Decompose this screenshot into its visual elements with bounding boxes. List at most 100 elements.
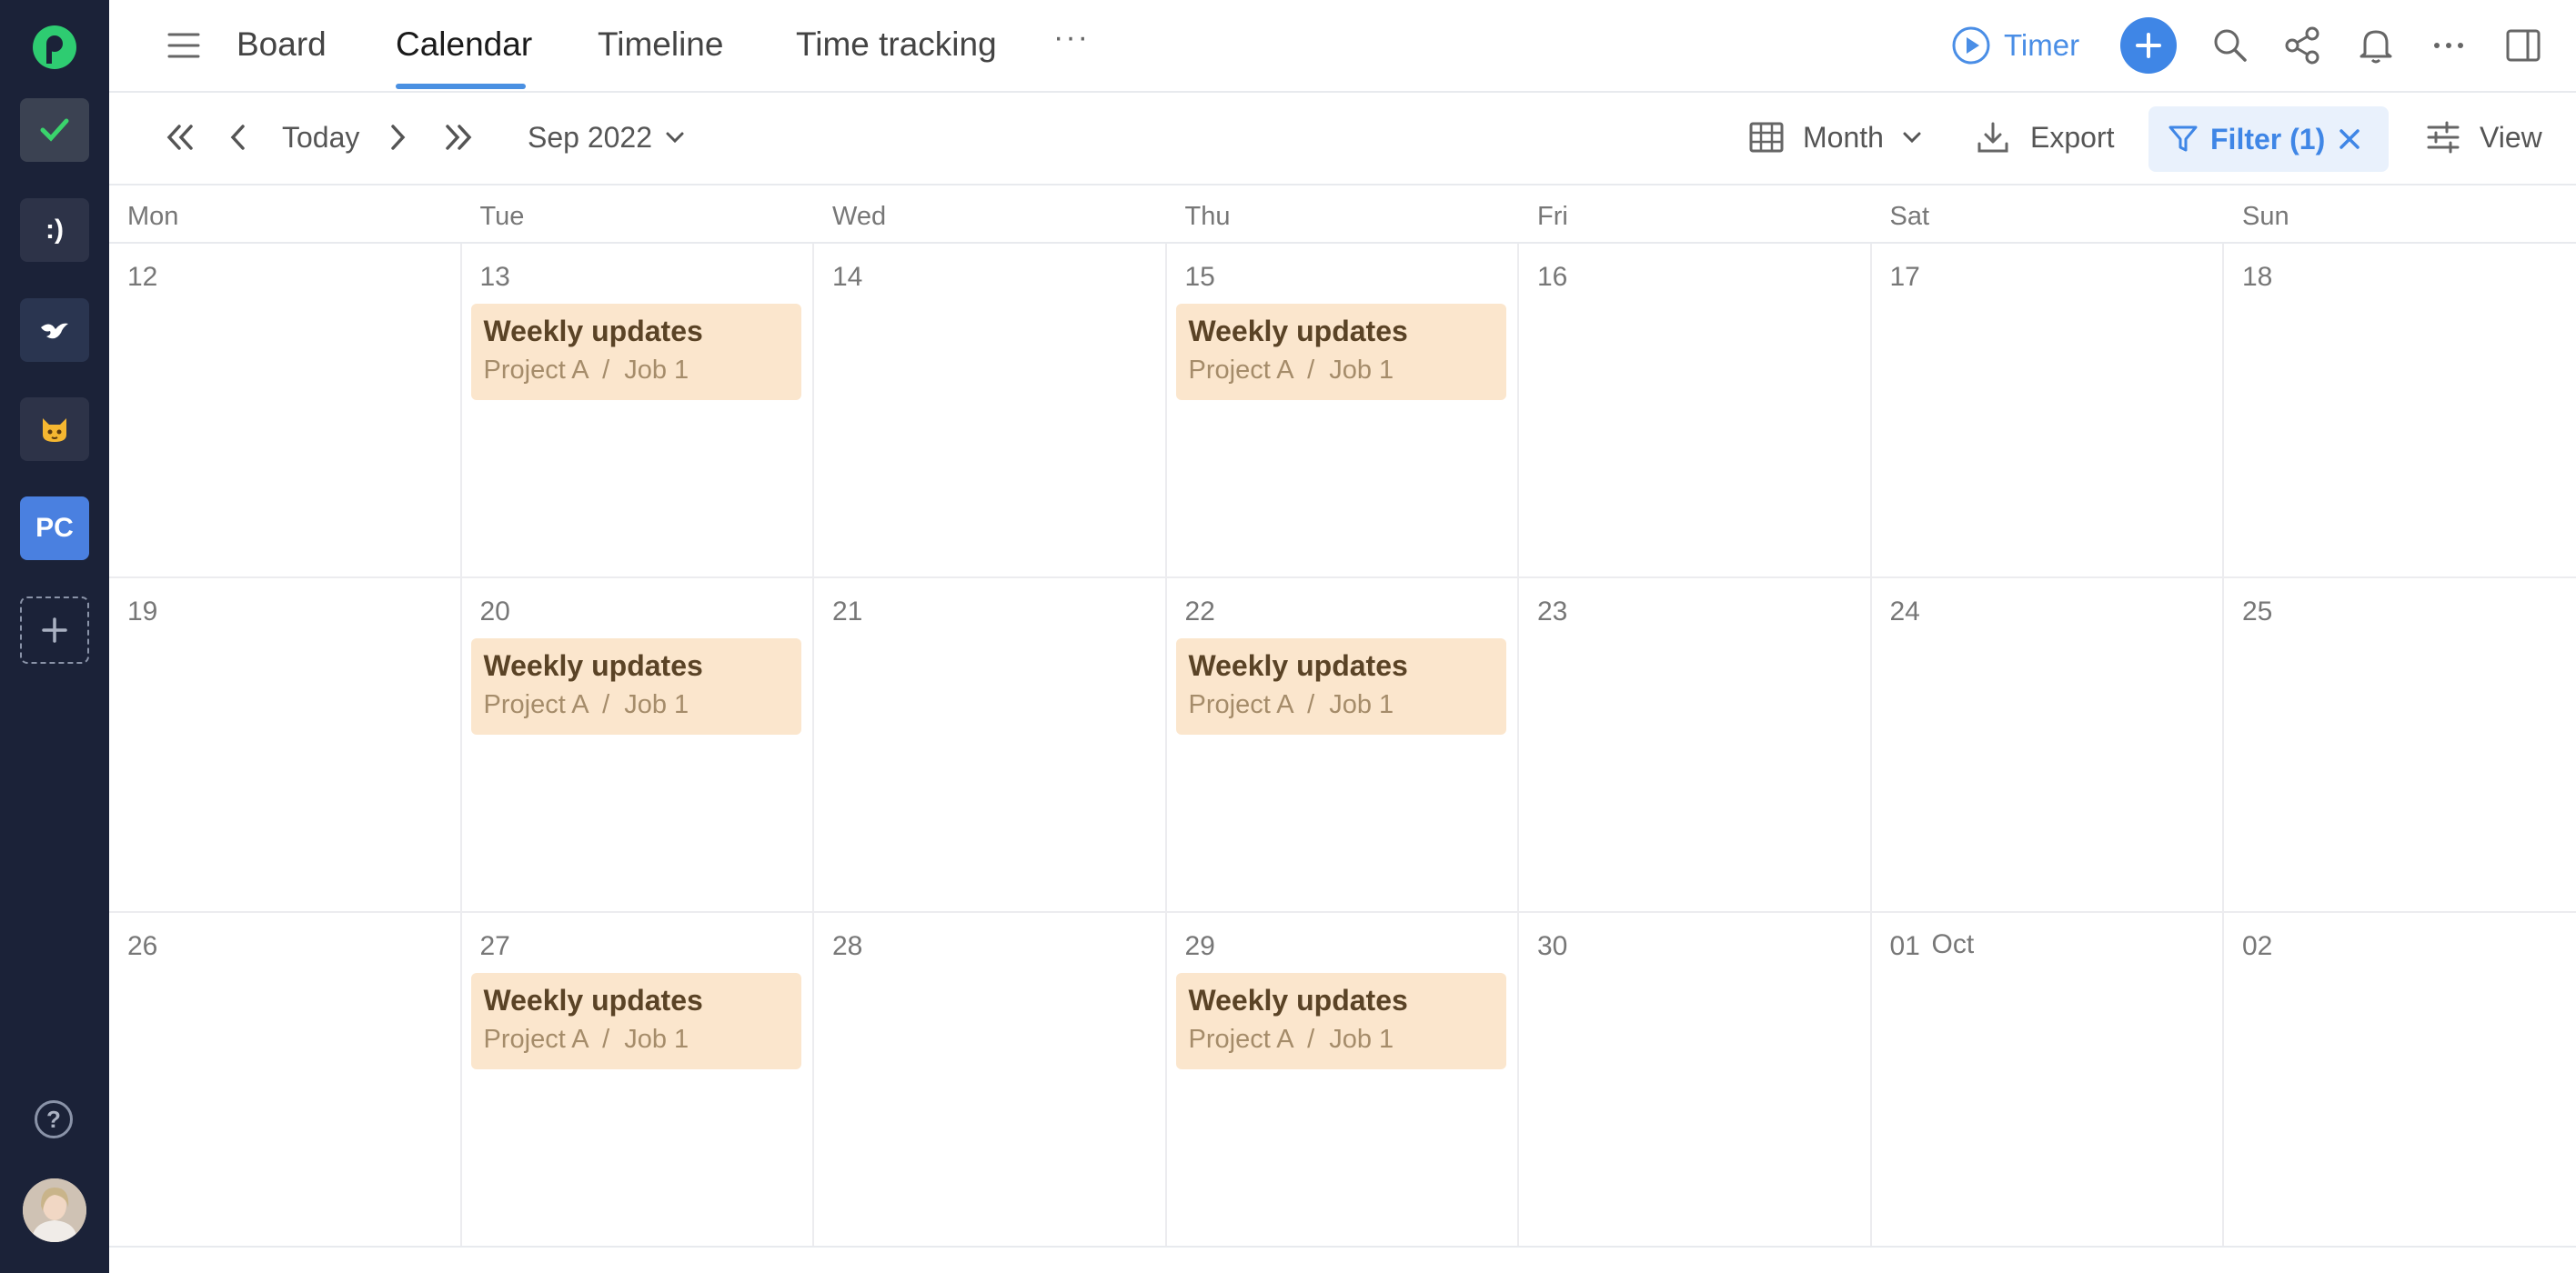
day-cell[interactable]: 24 [1871,578,2224,913]
tab-board[interactable]: Board [236,25,327,71]
search-icon[interactable] [2210,25,2250,65]
event-project-path: Project A / Job 1 [1188,356,1394,385]
event-card[interactable]: Weekly updates Project A / Job 1 [1175,304,1506,400]
share-icon[interactable] [2283,25,2323,65]
day-cell[interactable]: 21 [814,578,1167,913]
prev-week-button[interactable] [227,119,249,155]
day-number: 01 [1889,931,1920,961]
day-cell[interactable]: 01 Oct [1871,913,2224,1248]
day-number: 25 [2242,596,2273,626]
more-icon[interactable] [2429,25,2469,65]
double-chevron-left-icon [166,125,193,150]
day-number: 19 [127,596,158,626]
next-month-button[interactable] [442,119,475,155]
workspace-rail: :) PC ? [0,0,109,1273]
day-cell[interactable]: 30 [1519,913,1872,1248]
day-number: 17 [1889,262,1920,292]
workspace-pc[interactable]: PC [20,496,89,560]
day-cell[interactable]: 22 Weekly updates Project A / Job 1 [1166,578,1519,913]
plus-icon [2136,33,2161,58]
event-title: Weekly updates [483,315,703,347]
filter-button[interactable]: Filter (1) [2148,106,2389,172]
timer-button[interactable]: Timer [1951,24,2079,67]
add-item-button[interactable] [2120,17,2177,74]
cat-icon [43,418,66,442]
day-cell[interactable]: 16 [1519,244,1872,578]
menu-button[interactable] [166,29,202,62]
bell-icon[interactable] [2356,25,2396,65]
day-cell[interactable]: 12 [109,244,462,578]
day-cell[interactable]: 02 [2224,913,2576,1248]
next-week-button[interactable] [387,119,408,155]
app-logo-icon[interactable] [27,20,82,75]
prev-month-button[interactable] [164,119,196,155]
day-number: 22 [1184,596,1215,626]
workspace-cat[interactable] [20,397,89,461]
period-select[interactable]: Sep 2022 [528,119,685,155]
day-cell[interactable]: 19 [109,578,462,913]
event-project-path: Project A / Job 1 [1188,1025,1394,1054]
day-number: 24 [1889,596,1920,626]
day-cell[interactable]: 14 [814,244,1167,578]
view-mode-select[interactable]: Month [1748,119,1922,155]
day-cell[interactable]: 17 [1871,244,2224,578]
event-project-path: Project A / Job 1 [483,690,689,719]
day-cell[interactable]: 26 [109,913,462,1248]
double-chevron-right-icon [446,125,472,150]
add-workspace-button[interactable] [20,596,89,664]
workspace-bird[interactable] [20,298,89,362]
day-number: 26 [127,931,158,961]
event-title: Weekly updates [1188,984,1408,1017]
help-button[interactable]: ? [35,1100,73,1138]
day-number: 23 [1537,596,1568,626]
tab-timeline[interactable]: Timeline [598,25,723,71]
workspace-pc-label: PC [35,513,74,543]
tab-time-tracking[interactable]: Time tracking [796,25,997,71]
event-card[interactable]: Weekly updates Project A / Job 1 [470,973,801,1069]
day-cell[interactable]: 25 [2224,578,2576,913]
day-number: 16 [1537,262,1568,292]
month-label: Oct [1931,929,1975,959]
app-window: :) PC ? Board Calendar Timeline Time tra… [0,0,2576,1273]
day-cell[interactable]: 15 Weekly updates Project A / Job 1 [1166,244,1519,578]
workspace-smiley-label: :) [45,215,64,245]
day-cell[interactable]: 18 [2224,244,2576,578]
day-cell[interactable]: 27 Weekly updates Project A / Job 1 [461,913,814,1248]
event-title: Weekly updates [1188,649,1408,682]
day-number: 14 [832,262,863,292]
today-button[interactable]: Today [282,119,359,155]
weekday-label: Mon [127,202,179,231]
chevron-right-icon [391,125,406,150]
event-title: Weekly updates [483,649,703,682]
day-cell[interactable]: 20 Weekly updates Project A / Job 1 [461,578,814,913]
event-card[interactable]: Weekly updates Project A / Job 1 [470,304,801,400]
view-label: View [2480,120,2542,154]
day-number: 13 [479,262,510,292]
day-cell[interactable]: 29 Weekly updates Project A / Job 1 [1166,913,1519,1248]
close-icon[interactable] [2336,125,2363,153]
event-title: Weekly updates [1188,315,1408,347]
workspace-smiley[interactable]: :) [20,198,89,262]
event-card[interactable]: Weekly updates Project A / Job 1 [470,638,801,735]
checkmark-icon [40,118,69,142]
tab-calendar[interactable]: Calendar [396,25,532,71]
event-project-path: Project A / Job 1 [483,1025,689,1054]
hamburger-icon [167,33,200,58]
view-options-button[interactable]: View [2425,119,2542,155]
day-cell[interactable]: 13 Weekly updates Project A / Job 1 [461,244,814,578]
user-avatar[interactable] [23,1178,86,1242]
day-cell[interactable]: 28 [814,913,1167,1248]
export-button[interactable]: Export [1976,119,2114,155]
panel-icon[interactable] [2503,25,2543,65]
event-card[interactable]: Weekly updates Project A / Job 1 [1175,638,1506,735]
event-project-path: Project A / Job 1 [1188,690,1394,719]
month-calendar: Mon Tue Wed Thu Fri Sat Sun 12 13 Weekly updates… [109,185,2576,1248]
day-cell[interactable]: 23 [1519,578,1872,913]
tabs-more-button[interactable]: ··· [1053,20,1090,55]
weekday-label: Sat [1889,202,1930,231]
weekday-label: Sun [2242,202,2289,231]
workspace-checklist[interactable] [20,98,89,162]
event-card[interactable]: Weekly updates Project A / Job 1 [1175,973,1506,1069]
weekday-label: Wed [832,202,887,231]
day-number: 27 [479,931,510,961]
